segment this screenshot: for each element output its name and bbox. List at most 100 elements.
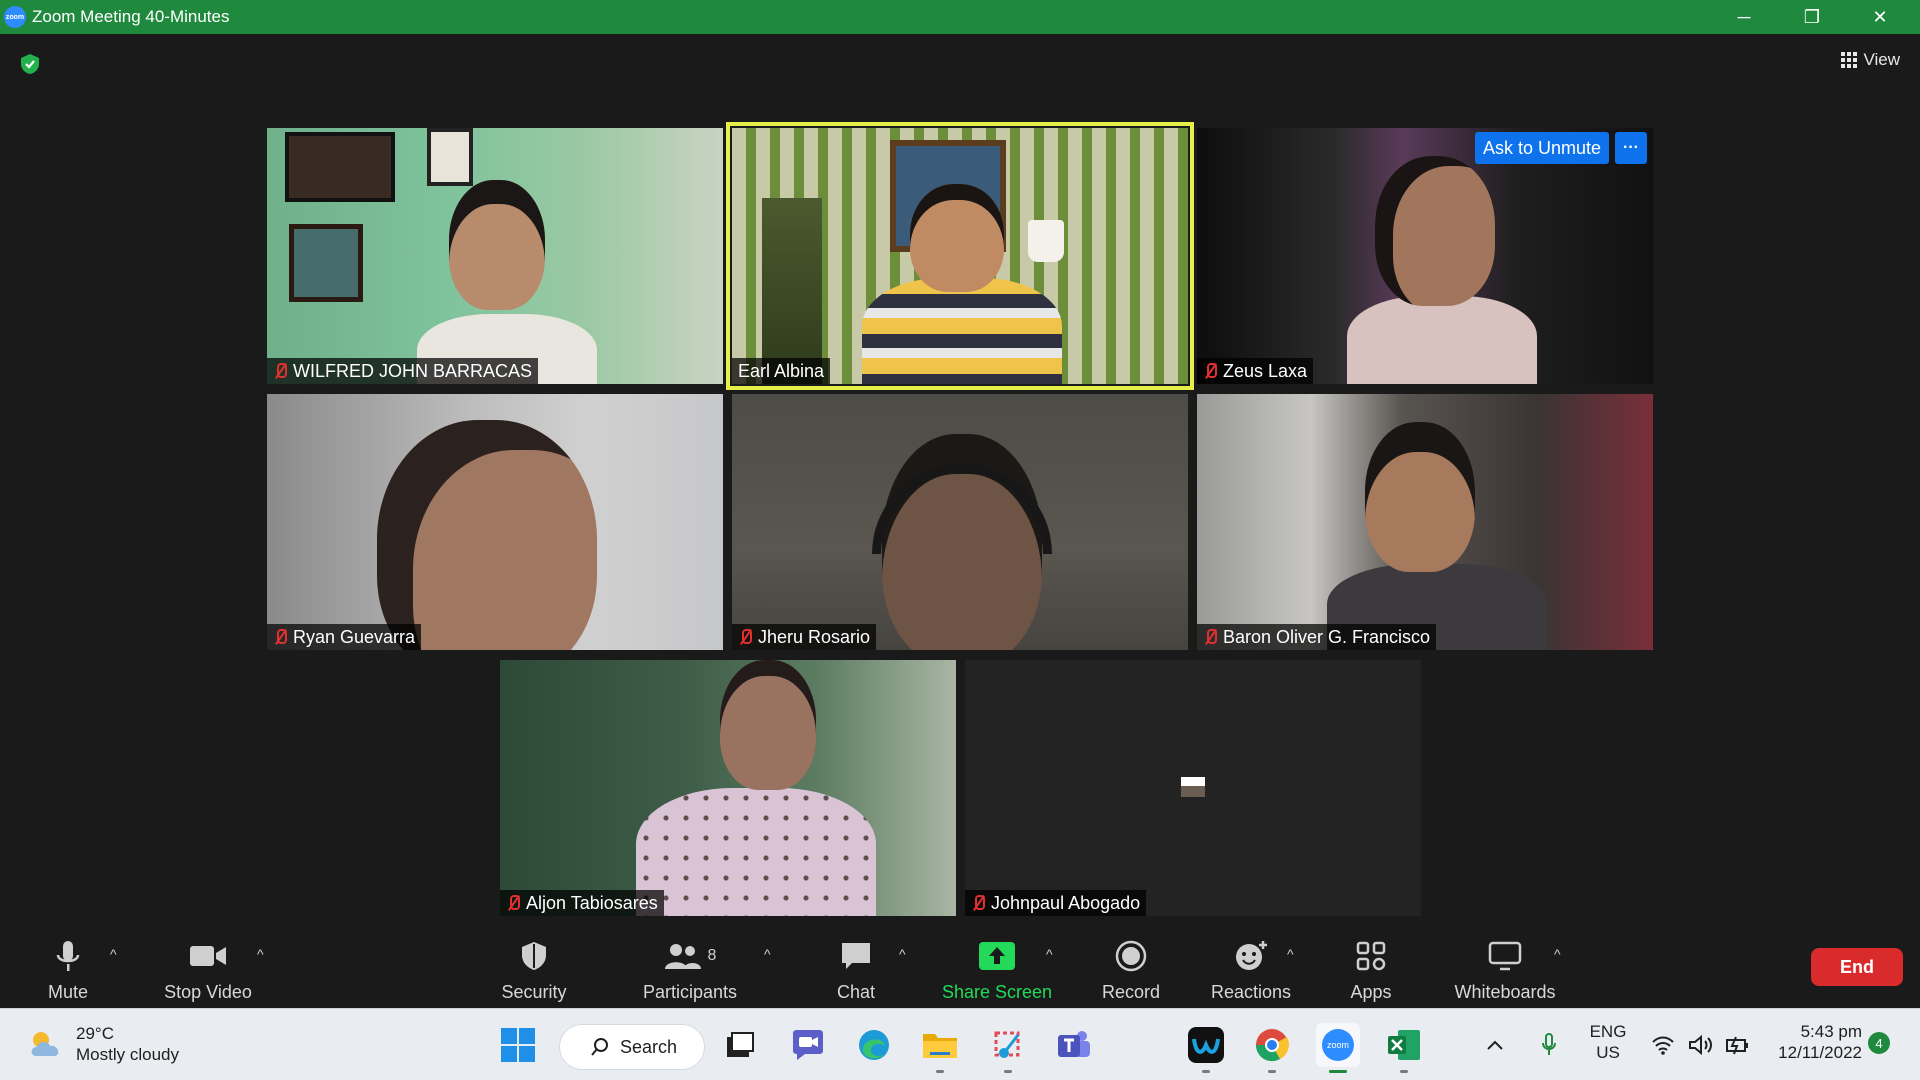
wall-photo bbox=[289, 224, 363, 302]
audio-options-caret[interactable]: ^ bbox=[110, 946, 117, 962]
active-indicator bbox=[1329, 1070, 1347, 1073]
running-indicator bbox=[1268, 1070, 1276, 1073]
muted-mic-icon bbox=[1203, 362, 1217, 380]
weather-widget[interactable]: 29°C Mostly cloudy bbox=[28, 1023, 179, 1066]
file-explorer-taskbar-icon[interactable] bbox=[918, 1023, 962, 1073]
apps-icon bbox=[1356, 941, 1386, 971]
video-tile-ryan[interactable]: Ryan Guevarra bbox=[267, 394, 723, 650]
volume-tray-icon[interactable] bbox=[1686, 1023, 1716, 1067]
minimize-button[interactable]: ─ bbox=[1710, 0, 1778, 34]
participants-options-caret[interactable]: ^ bbox=[764, 946, 771, 962]
zoom-taskbar-icon[interactable]: zoom bbox=[1316, 1023, 1360, 1073]
apps-label: Apps bbox=[1350, 982, 1392, 1002]
edge-browser-icon bbox=[859, 1030, 889, 1060]
lamp bbox=[1028, 220, 1064, 262]
video-options-caret[interactable]: ^ bbox=[257, 946, 264, 962]
battery-tray-icon[interactable] bbox=[1722, 1023, 1752, 1067]
teams-chat-taskbar-icon[interactable] bbox=[786, 1023, 830, 1067]
zoom-app-icon: zoom bbox=[1322, 1029, 1354, 1061]
participant-name: WILFRED JOHN BARRACAS bbox=[293, 360, 533, 381]
wifi-tray-icon[interactable] bbox=[1648, 1023, 1678, 1067]
person-head bbox=[910, 184, 1004, 292]
meeting-toolbar: Mute ^ Stop Video ^ Security 8 Participa… bbox=[0, 924, 1920, 1008]
task-view-icon bbox=[727, 1032, 754, 1057]
webex-icon bbox=[1188, 1027, 1224, 1063]
start-button[interactable] bbox=[496, 1023, 540, 1067]
show-hidden-icons-button[interactable] bbox=[1480, 1023, 1510, 1067]
participants-icon bbox=[664, 944, 701, 969]
video-tile-jheru[interactable]: Jheru Rosario bbox=[732, 394, 1188, 650]
zoom-app-icon: zoom bbox=[4, 6, 26, 28]
system-clock[interactable]: 5:43 pm 12/11/2022 bbox=[1766, 1021, 1862, 1064]
video-camera-icon bbox=[190, 946, 226, 966]
reactions-options-caret[interactable]: ^ bbox=[1287, 946, 1294, 962]
close-button[interactable]: ✕ bbox=[1846, 0, 1914, 34]
stop-video-button[interactable]: Stop Video bbox=[160, 924, 256, 1008]
notification-count-badge[interactable]: 4 bbox=[1868, 1032, 1890, 1054]
video-tile-johnpaul[interactable]: Johnpaul Abogado bbox=[965, 660, 1421, 916]
search-label: Search bbox=[620, 1036, 678, 1057]
record-label: Record bbox=[1101, 982, 1161, 1002]
snipping-tool-icon bbox=[994, 1031, 1020, 1058]
task-view-button[interactable] bbox=[718, 1023, 762, 1067]
video-tile-baron[interactable]: Baron Oliver G. Francisco bbox=[1197, 394, 1653, 650]
microphone-icon bbox=[56, 941, 80, 971]
chrome-taskbar-icon[interactable] bbox=[1250, 1023, 1294, 1073]
participant-name: Jheru Rosario bbox=[758, 626, 871, 647]
participant-nametag: Johnpaul Abogado bbox=[965, 890, 1147, 916]
encryption-shield-icon[interactable] bbox=[18, 52, 42, 76]
reactions-button[interactable]: Reactions bbox=[1210, 924, 1292, 1008]
participant-name: Johnpaul Abogado bbox=[991, 892, 1141, 913]
whiteboards-button[interactable]: Whiteboards bbox=[1450, 924, 1560, 1008]
more-options-button[interactable]: ··· bbox=[1615, 132, 1647, 164]
participants-button[interactable]: 8 Participants bbox=[640, 924, 740, 1008]
mute-label: Mute bbox=[47, 982, 89, 1002]
webex-taskbar-icon[interactable] bbox=[1184, 1023, 1228, 1073]
keyboard-region: US bbox=[1596, 1043, 1620, 1063]
security-label: Security bbox=[501, 982, 567, 1002]
stop-video-label: Stop Video bbox=[164, 982, 252, 1002]
video-tile-aljon[interactable]: Aljon Tabiosares bbox=[500, 660, 956, 916]
snipping-tool-taskbar-icon[interactable] bbox=[986, 1023, 1030, 1073]
view-button[interactable]: View bbox=[1841, 48, 1900, 72]
mute-button[interactable]: Mute bbox=[40, 924, 96, 1008]
avatar-thumbnail bbox=[1181, 777, 1205, 797]
end-meeting-button[interactable]: End bbox=[1811, 948, 1903, 986]
microphone-icon bbox=[1542, 1033, 1556, 1055]
ask-to-unmute-button[interactable]: Ask to Unmute bbox=[1474, 132, 1609, 164]
video-tile-zeus[interactable]: Ask to Unmute ··· Zeus Laxa bbox=[1197, 128, 1653, 384]
participant-name: Aljon Tabiosares bbox=[526, 892, 658, 913]
weather-description: Mostly cloudy bbox=[76, 1045, 179, 1065]
whiteboards-options-caret[interactable]: ^ bbox=[1554, 946, 1561, 962]
teams-taskbar-icon[interactable] bbox=[1052, 1023, 1096, 1067]
security-button[interactable]: Security bbox=[498, 924, 570, 1008]
participant-name: Zeus Laxa bbox=[1223, 360, 1308, 381]
participant-nametag: Ryan Guevarra bbox=[267, 624, 422, 650]
shield-icon bbox=[522, 942, 546, 970]
chat-options-caret[interactable]: ^ bbox=[899, 946, 906, 962]
edge-taskbar-icon[interactable] bbox=[852, 1023, 896, 1067]
share-options-caret[interactable]: ^ bbox=[1046, 946, 1053, 962]
video-tile-wilfred[interactable]: WILFRED JOHN BARRACAS bbox=[267, 128, 723, 384]
participant-name: Ryan Guevarra bbox=[293, 626, 416, 647]
restore-button[interactable]: ❐ bbox=[1778, 0, 1846, 34]
language-indicator[interactable]: ENG US bbox=[1580, 1021, 1636, 1064]
taskbar-search[interactable]: Search bbox=[560, 1025, 704, 1069]
excel-taskbar-icon[interactable] bbox=[1382, 1023, 1426, 1073]
running-indicator bbox=[936, 1070, 944, 1073]
share-screen-button[interactable]: Share Screen bbox=[942, 924, 1052, 1008]
person-head bbox=[1375, 156, 1495, 306]
apps-button[interactable]: Apps bbox=[1346, 924, 1396, 1008]
video-tile-earl-active-speaker[interactable]: Earl Albina bbox=[726, 122, 1194, 390]
view-label: View bbox=[1863, 50, 1900, 69]
chat-button[interactable]: Chat bbox=[834, 924, 878, 1008]
microphone-tray-icon[interactable] bbox=[1534, 1023, 1564, 1067]
record-icon bbox=[1115, 940, 1147, 972]
search-icon bbox=[591, 1038, 608, 1056]
svg-text:zoom: zoom bbox=[1327, 1040, 1349, 1050]
participant-nametag: Baron Oliver G. Francisco bbox=[1197, 624, 1437, 650]
share-screen-icon bbox=[979, 942, 1015, 970]
chrome-browser-icon bbox=[1255, 1029, 1289, 1062]
excel-icon bbox=[1388, 1030, 1420, 1060]
record-button[interactable]: Record bbox=[1100, 924, 1162, 1008]
